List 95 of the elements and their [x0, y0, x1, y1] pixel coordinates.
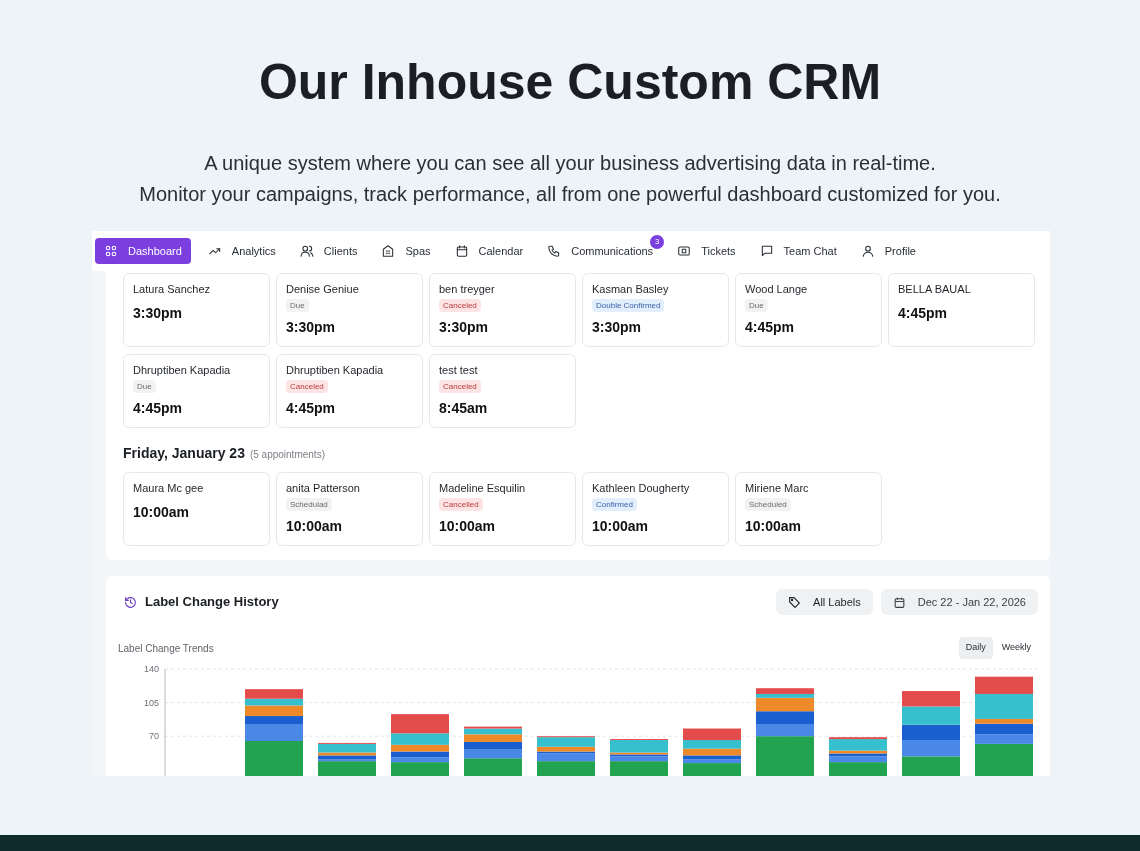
- status-badge: Canceled: [439, 299, 481, 312]
- nav-tab[interactable]: Clients: [290, 238, 367, 264]
- appointment-card[interactable]: Dhruptiben Kapadia Due 4:45pm: [123, 354, 270, 428]
- bar-segment: [464, 741, 522, 750]
- appointment-time: 10:00am: [745, 517, 803, 535]
- status-badge: Canceled: [439, 380, 481, 393]
- status-badge: Double Confirmed: [592, 299, 665, 312]
- phone-icon: [547, 244, 562, 258]
- nav-tab[interactable]: Dashboard: [95, 238, 191, 264]
- appointment-card[interactable]: Kathleen Dougherty Confirmed 10:00am: [582, 472, 729, 546]
- day-heading: Friday, January 23: [123, 444, 245, 463]
- appointment-count: (5 appointments): [249, 448, 325, 462]
- client-name: Latura Sanchez: [133, 282, 212, 296]
- bar-segment: [902, 740, 960, 757]
- subtitle-text: Monitor your campaigns, track performance, all from one powerful dashboard customized for you.: [139, 182, 1001, 207]
- bar-segment: [902, 691, 960, 707]
- nav-tab[interactable]: Analytics: [198, 238, 285, 264]
- ticket-icon: [677, 244, 692, 258]
- appointment-time: 10:00am: [439, 517, 497, 535]
- status-badge: Due: [745, 299, 768, 312]
- status-badge: Scheduiad: [286, 498, 332, 511]
- client-name: ben treyger: [439, 282, 496, 296]
- user-icon: [860, 244, 875, 258]
- status-badge: Confirmed: [592, 498, 637, 511]
- appointment-time: 10:00am: [133, 503, 191, 521]
- appointment-card[interactable]: Miriene Marc Scheduled 10:00am: [735, 472, 882, 546]
- client-name: Maura Mc gee: [133, 481, 205, 495]
- appointment-card[interactable]: anita Patterson Scheduiad 10:00am: [276, 472, 423, 546]
- period-toggle[interactable]: Daily: [958, 637, 993, 659]
- client-name: Kasman Basley: [592, 282, 670, 296]
- building-icon: [381, 244, 396, 258]
- appointment-card[interactable]: test test Canceled 8:45am: [429, 354, 576, 428]
- client-name: anita Patterson: [286, 481, 361, 495]
- appointment-time: 4:45pm: [133, 399, 184, 417]
- status-badge: Due: [286, 299, 309, 312]
- bar-segment: [245, 689, 303, 699]
- grid-icon: [104, 244, 118, 258]
- users-icon: [299, 244, 314, 258]
- nav-tab[interactable]: Profile: [851, 238, 925, 264]
- nav-tab[interactable]: Tickets: [668, 238, 745, 264]
- client-name: Miriene Marc: [745, 481, 810, 495]
- appointment-time: 10:00am: [592, 517, 650, 535]
- axis-tick-label: 140: [143, 664, 159, 674]
- tag-icon: [788, 595, 802, 609]
- status-badge: Cancelled: [439, 498, 483, 511]
- bar-segment: [902, 756, 960, 776]
- appointment-time: 4:45pm: [286, 399, 337, 417]
- bar-segment: [902, 706, 960, 725]
- bar-segment: [756, 711, 814, 725]
- page-title: Our Inhouse Custom CRM: [258, 53, 882, 112]
- appointment-card[interactable]: Dhruptiben Kapadia Canceled 4:45pm: [276, 354, 423, 428]
- appointment-card[interactable]: Kasman Basley Double Confirmed 3:30pm: [582, 273, 729, 347]
- appointment-time: 10:00am: [286, 517, 344, 535]
- status-badge: Due: [133, 380, 156, 393]
- client-name: Wood Lange: [745, 282, 809, 296]
- period-toggle[interactable]: Weekly: [994, 637, 1038, 659]
- appointment-time: 4:45pm: [898, 304, 949, 322]
- appointment-time: 8:45am: [439, 399, 489, 417]
- subtitle-text: A unique system where you can see all your business advertising data in real-time.: [204, 151, 936, 176]
- client-name: Denise Geniue: [286, 282, 360, 296]
- history-icon: [124, 595, 137, 609]
- appointment-time: 4:45pm: [745, 318, 796, 336]
- nav-tab[interactable]: Spas: [372, 238, 440, 264]
- date-range-button[interactable]: Dec 22 - Jan 22, 2026: [880, 589, 1038, 615]
- labels-filter-button[interactable]: All Labels: [776, 589, 873, 615]
- client-name: Dhruptiben Kapadia: [133, 363, 232, 377]
- nav-tab[interactable]: Calendar: [445, 238, 533, 264]
- status-badge: Canceled: [286, 380, 328, 393]
- appointment-time: 3:30pm: [286, 318, 337, 336]
- appointment-card[interactable]: Wood Lange Due 4:45pm: [735, 273, 882, 347]
- client-name: BELLA BAUAL: [898, 282, 972, 296]
- section-title: Label Change History: [145, 593, 279, 612]
- chat-icon: [759, 244, 774, 258]
- calendar-icon: [892, 595, 906, 609]
- appointment-card[interactable]: Madeline Esquilin Cancelled 10:00am: [429, 472, 576, 546]
- appointment-card[interactable]: Denise Geniue Due 3:30pm: [276, 273, 423, 347]
- appointment-time: 3:30pm: [592, 318, 643, 336]
- appointment-card[interactable]: Maura Mc gee 10:00am: [123, 472, 270, 546]
- calendar-icon: [454, 244, 469, 258]
- appointment-card[interactable]: Latura Sanchez 3:30pm: [123, 273, 270, 347]
- axis-tick-label: 105: [143, 697, 159, 708]
- nav-tab[interactable]: Communications 3: [538, 238, 663, 264]
- client-name: Madeline Esquilin: [439, 481, 527, 495]
- appointment-card[interactable]: BELLA BAUAL 4:45pm: [888, 273, 1035, 347]
- nav-tab[interactable]: Team Chat: [750, 238, 846, 264]
- client-name: Kathleen Dougherty: [592, 481, 691, 495]
- notification-badge: 3: [650, 235, 665, 249]
- appointment-time: 3:30pm: [133, 304, 184, 322]
- axis-tick-label: 70: [149, 731, 159, 742]
- client-name: test test: [439, 363, 479, 377]
- chart-subtitle: Label Change Trends: [118, 641, 214, 656]
- client-name: Dhruptiben Kapadia: [286, 363, 385, 377]
- appointment-card[interactable]: ben treyger Canceled 3:30pm: [429, 273, 576, 347]
- status-badge: Scheduled: [745, 498, 791, 511]
- appointment-time: 3:30pm: [439, 318, 490, 336]
